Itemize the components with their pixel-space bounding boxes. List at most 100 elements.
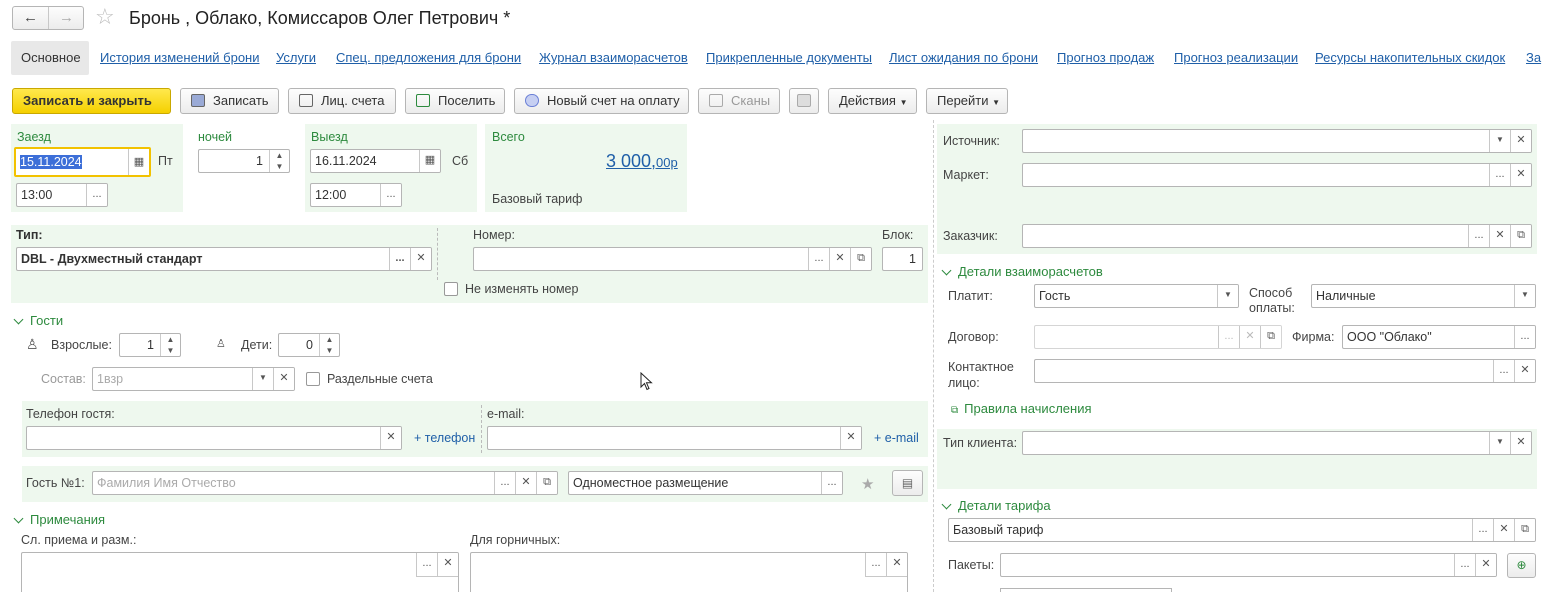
print-button[interactable] xyxy=(789,88,819,114)
payer-select[interactable]: Гость ▼ xyxy=(1034,284,1239,308)
dropdown-arrow-icon[interactable]: ▼ xyxy=(252,368,273,390)
arrival-date-input[interactable]: 15.11.2024 ▦ xyxy=(14,147,151,177)
clear-icon[interactable]: ✕ xyxy=(1510,130,1531,152)
adults-input[interactable]: 1 ▲ ▼ xyxy=(119,333,181,357)
open-icon[interactable]: ⧉ xyxy=(850,248,871,270)
goto-menu-button[interactable]: Перейти ▼ xyxy=(926,88,1008,114)
children-input[interactable]: 0 ▲ ▼ xyxy=(278,333,340,357)
back-arrow-icon[interactable]: ← xyxy=(13,7,49,29)
clear-icon[interactable]: ✕ xyxy=(1510,164,1531,186)
notes-section-header[interactable]: Примечания xyxy=(12,512,105,527)
keep-number-checkbox[interactable] xyxy=(444,282,458,296)
ellipsis-icon[interactable]: ... xyxy=(1514,326,1535,348)
open-icon[interactable]: ⧉ xyxy=(536,472,557,494)
actions-menu-button[interactable]: Действия ▼ xyxy=(828,88,917,114)
accommodation-input[interactable]: Одноместное размещение ... xyxy=(568,471,843,495)
ellipsis-icon[interactable]: ... xyxy=(1493,360,1514,382)
tab-discount-resources[interactable]: Ресурсы накопительных скидок xyxy=(1315,50,1505,65)
checkin-button[interactable]: Поселить xyxy=(405,88,505,114)
open-icon[interactable]: ⧉ xyxy=(1510,225,1531,247)
tab-more[interactable]: За xyxy=(1526,50,1541,65)
add-email-link[interactable]: + e-mail xyxy=(874,431,919,445)
guest-star-icon[interactable]: ★ xyxy=(861,475,874,493)
market-input[interactable]: ... ✕ xyxy=(1022,163,1532,187)
clear-icon[interactable]: ✕ xyxy=(410,248,431,270)
tab-settlements-journal[interactable]: Журнал взаиморасчетов xyxy=(539,50,688,65)
spin-arrows-icon[interactable]: ▲ ▼ xyxy=(319,334,339,356)
guest-card-button[interactable]: ▤ xyxy=(892,470,923,496)
ellipsis-icon[interactable]: ... xyxy=(1472,519,1493,541)
ellipsis-icon[interactable]: ... xyxy=(1468,225,1489,247)
clear-icon[interactable]: ✕ xyxy=(1493,519,1514,541)
new-invoice-button[interactable]: Новый счет на оплату xyxy=(514,88,689,114)
tab-main-label[interactable]: Основное xyxy=(21,50,81,65)
clear-icon[interactable]: ✕ xyxy=(840,427,861,449)
guests-section-header[interactable]: Гости xyxy=(12,313,63,328)
reception-notes-textarea[interactable]: ... ✕ xyxy=(21,552,459,592)
ellipsis-icon[interactable]: ... xyxy=(1454,554,1475,576)
ellipsis-icon[interactable]: ... xyxy=(865,553,886,577)
arrival-time-input[interactable]: 13:00 ... xyxy=(16,183,108,207)
phone-input[interactable]: ✕ xyxy=(26,426,402,450)
clear-icon[interactable]: ✕ xyxy=(273,368,294,390)
next-field-partial[interactable] xyxy=(1000,588,1172,592)
payment-method-select[interactable]: Наличные ▼ xyxy=(1311,284,1536,308)
firm-input[interactable]: ООО "Облако" ... xyxy=(1342,325,1536,349)
departure-time-input[interactable]: 12:00 ... xyxy=(310,183,402,207)
clear-icon[interactable]: ✕ xyxy=(515,472,536,494)
dropdown-arrow-icon[interactable]: ▼ xyxy=(1514,285,1535,307)
open-icon[interactable]: ⧉ xyxy=(1260,326,1281,348)
departure-date-input[interactable]: 16.11.2024 ▦ xyxy=(310,149,441,173)
clear-icon[interactable]: ✕ xyxy=(886,553,907,577)
tab-history[interactable]: История изменений брони xyxy=(100,50,260,65)
ellipsis-icon[interactable]: ... xyxy=(1218,326,1239,348)
forward-arrow-icon[interactable]: → xyxy=(49,7,84,29)
dropdown-arrow-icon[interactable]: ▼ xyxy=(1217,285,1238,307)
ellipsis-icon[interactable]: ... xyxy=(389,248,410,270)
tab-services[interactable]: Услуги xyxy=(276,50,316,65)
block-input[interactable]: 1 xyxy=(882,247,923,271)
tab-attached-documents[interactable]: Прикрепленные документы xyxy=(706,50,872,65)
calendar-icon[interactable]: ▦ xyxy=(419,150,440,172)
favorite-star-icon[interactable]: ☆ xyxy=(95,4,115,30)
total-amount[interactable]: 3 000,00р xyxy=(606,151,678,172)
clear-icon[interactable]: ✕ xyxy=(1475,554,1496,576)
save-and-close-button[interactable]: Записать и закрыть xyxy=(12,88,171,114)
clear-icon[interactable]: ✕ xyxy=(1510,432,1531,454)
tariff-input[interactable]: Базовый тариф ... ✕ ⧉ xyxy=(948,518,1536,542)
source-select[interactable]: ▼ ✕ xyxy=(1022,129,1532,153)
tab-sales-forecast[interactable]: Прогноз продаж xyxy=(1057,50,1154,65)
clear-icon[interactable]: ✕ xyxy=(437,553,458,577)
contract-input[interactable]: ... ✕ ⧉ xyxy=(1034,325,1282,349)
spin-arrows-icon[interactable]: ▲ ▼ xyxy=(269,150,289,172)
save-button[interactable]: Записать xyxy=(180,88,279,114)
accounts-button[interactable]: Лиц. счета xyxy=(288,88,396,114)
dropdown-arrow-icon[interactable]: ▼ xyxy=(1489,432,1510,454)
settlement-section-header[interactable]: Детали взаиморасчетов xyxy=(940,264,1103,279)
tab-special-offers[interactable]: Спец. предложения для брони xyxy=(336,50,521,65)
tab-waiting-list[interactable]: Лист ожидания по брони xyxy=(889,50,1038,65)
spin-arrows-icon[interactable]: ▲ ▼ xyxy=(160,334,180,356)
clear-icon[interactable]: ✕ xyxy=(829,248,850,270)
add-package-button[interactable]: ⊕ xyxy=(1507,553,1536,578)
guest1-name-input[interactable]: Фамилия Имя Отчество ... ✕ ⧉ xyxy=(92,471,558,495)
scans-button[interactable]: Сканы xyxy=(698,88,780,114)
ellipsis-icon[interactable]: ... xyxy=(416,553,437,577)
clear-icon[interactable]: ✕ xyxy=(380,427,401,449)
composition-select[interactable]: 1взр ▼ ✕ xyxy=(92,367,295,391)
add-phone-link[interactable]: + телефон xyxy=(414,431,475,445)
clear-icon[interactable]: ✕ xyxy=(1489,225,1510,247)
clear-icon[interactable]: ✕ xyxy=(1239,326,1260,348)
housekeeping-notes-textarea[interactable]: ... ✕ xyxy=(470,552,908,592)
ellipsis-icon[interactable]: ... xyxy=(821,472,842,494)
room-number-input[interactable]: ... ✕ ⧉ xyxy=(473,247,872,271)
clear-icon[interactable]: ✕ xyxy=(1514,360,1535,382)
contact-person-input[interactable]: ... ✕ xyxy=(1034,359,1536,383)
tariff-section-header[interactable]: Детали тарифа xyxy=(940,498,1051,513)
ellipsis-icon[interactable]: ... xyxy=(808,248,829,270)
dropdown-arrow-icon[interactable]: ▼ xyxy=(1489,130,1510,152)
ellipsis-icon[interactable]: ... xyxy=(86,184,107,206)
charge-rules-link[interactable]: ⧉ Правила начисления xyxy=(951,401,1092,416)
separate-accounts-checkbox[interactable] xyxy=(306,372,320,386)
ellipsis-icon[interactable]: ... xyxy=(1489,164,1510,186)
